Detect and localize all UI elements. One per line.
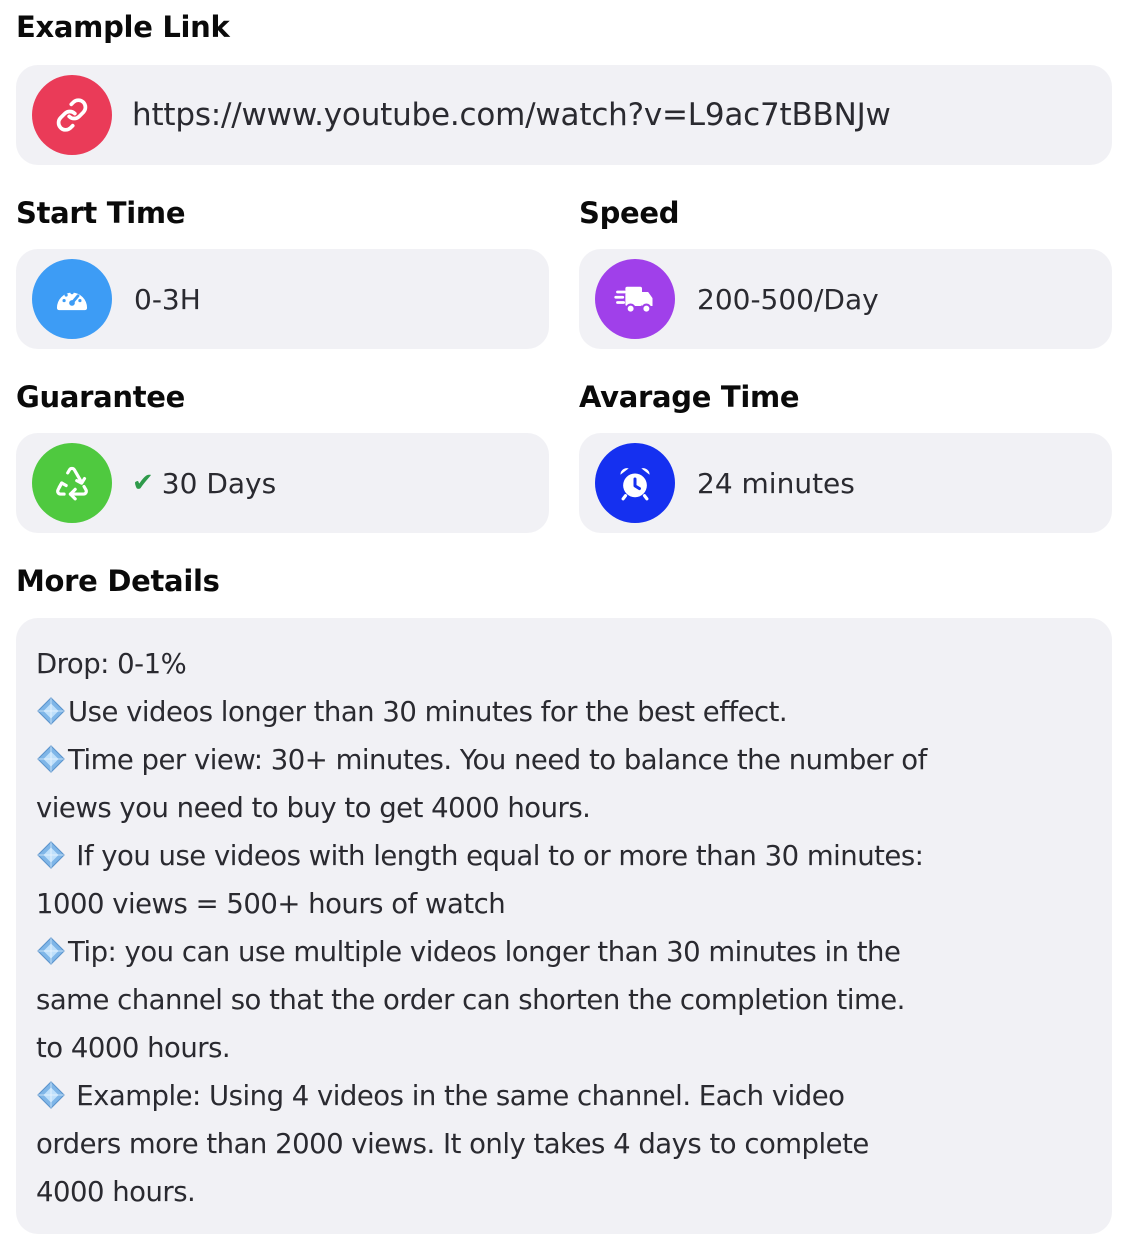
average-time-value: 24 minutes bbox=[697, 466, 855, 500]
diamond-icon bbox=[36, 933, 66, 965]
start-time-label: Start Time bbox=[16, 196, 186, 230]
diamond-icon bbox=[36, 741, 66, 773]
average-time-label: Avarage Time bbox=[579, 380, 800, 414]
speedometer-icon bbox=[32, 259, 112, 339]
details-line-text: Drop: 0-1% bbox=[36, 648, 187, 680]
details-line: Drop: 0-1% bbox=[36, 640, 1092, 688]
details-line-text: Tip: you can use multiple videos longer … bbox=[68, 936, 901, 968]
guarantee-value-group: ✔ 30 Days bbox=[132, 467, 276, 500]
details-line-text: Time per view: 30+ minutes. You need to … bbox=[68, 744, 927, 776]
diamond-icon bbox=[36, 1077, 66, 1109]
details-line-text: 1000 views = 500+ hours of watch bbox=[36, 888, 506, 920]
alarm-clock-icon bbox=[595, 443, 675, 523]
details-line: orders more than 2000 views. It only tak… bbox=[36, 1120, 1092, 1168]
more-details-card: Drop: 0-1% Use videos longer than 30 minu… bbox=[16, 618, 1112, 1234]
example-link-card[interactable]: https://www.youtube.com/watch?v=L9ac7tBB… bbox=[16, 65, 1112, 165]
speed-card: 200-500/Day bbox=[579, 249, 1112, 349]
details-line-text: If you use videos with length equal to o… bbox=[68, 840, 924, 872]
example-link-url[interactable]: https://www.youtube.com/watch?v=L9ac7tBB… bbox=[132, 97, 891, 133]
guarantee-value: 30 Days bbox=[161, 466, 277, 500]
example-link-label: Example Link bbox=[16, 10, 230, 44]
start-time-value: 0-3H bbox=[134, 282, 201, 316]
details-line: views you need to buy to get 4000 hours. bbox=[36, 784, 1092, 832]
details-line: to 4000 hours. bbox=[36, 1024, 1092, 1072]
diamond-icon bbox=[36, 693, 66, 725]
details-line: Example: Using 4 videos in the same chan… bbox=[36, 1072, 1092, 1120]
details-line: Time per view: 30+ minutes. You need to … bbox=[36, 736, 1092, 784]
details-line-text: to 4000 hours. bbox=[36, 1032, 231, 1064]
details-line: Use videos longer than 30 minutes for th… bbox=[36, 688, 1092, 736]
details-line: Tip: you can use multiple videos longer … bbox=[36, 928, 1092, 976]
diamond-icon bbox=[36, 837, 66, 869]
details-line-text: 4000 hours. bbox=[36, 1176, 196, 1208]
speed-label: Speed bbox=[579, 196, 680, 230]
recycle-icon bbox=[32, 443, 112, 523]
checkmark-icon: ✔ bbox=[132, 468, 154, 498]
guarantee-card: ✔ 30 Days bbox=[16, 433, 549, 533]
details-line-text: orders more than 2000 views. It only tak… bbox=[36, 1128, 869, 1160]
link-icon bbox=[32, 75, 112, 155]
details-line-text: views you need to buy to get 4000 hours. bbox=[36, 792, 591, 824]
start-time-card: 0-3H bbox=[16, 249, 549, 349]
details-line: 1000 views = 500+ hours of watch bbox=[36, 880, 1092, 928]
details-line: If you use videos with length equal to o… bbox=[36, 832, 1092, 880]
speed-value: 200-500/Day bbox=[697, 282, 879, 316]
details-line: same channel so that the order can short… bbox=[36, 976, 1092, 1024]
details-line-text: same channel so that the order can short… bbox=[36, 984, 905, 1016]
more-details-label: More Details bbox=[16, 564, 220, 598]
delivery-truck-icon bbox=[595, 259, 675, 339]
details-line-text: Use videos longer than 30 minutes for th… bbox=[68, 696, 788, 728]
guarantee-label: Guarantee bbox=[16, 380, 186, 414]
details-line-text: Example: Using 4 videos in the same chan… bbox=[68, 1080, 845, 1112]
average-time-card: 24 minutes bbox=[579, 433, 1112, 533]
details-line: 4000 hours. bbox=[36, 1168, 1092, 1216]
more-details-text: Drop: 0-1% Use videos longer than 30 minu… bbox=[36, 640, 1092, 1216]
